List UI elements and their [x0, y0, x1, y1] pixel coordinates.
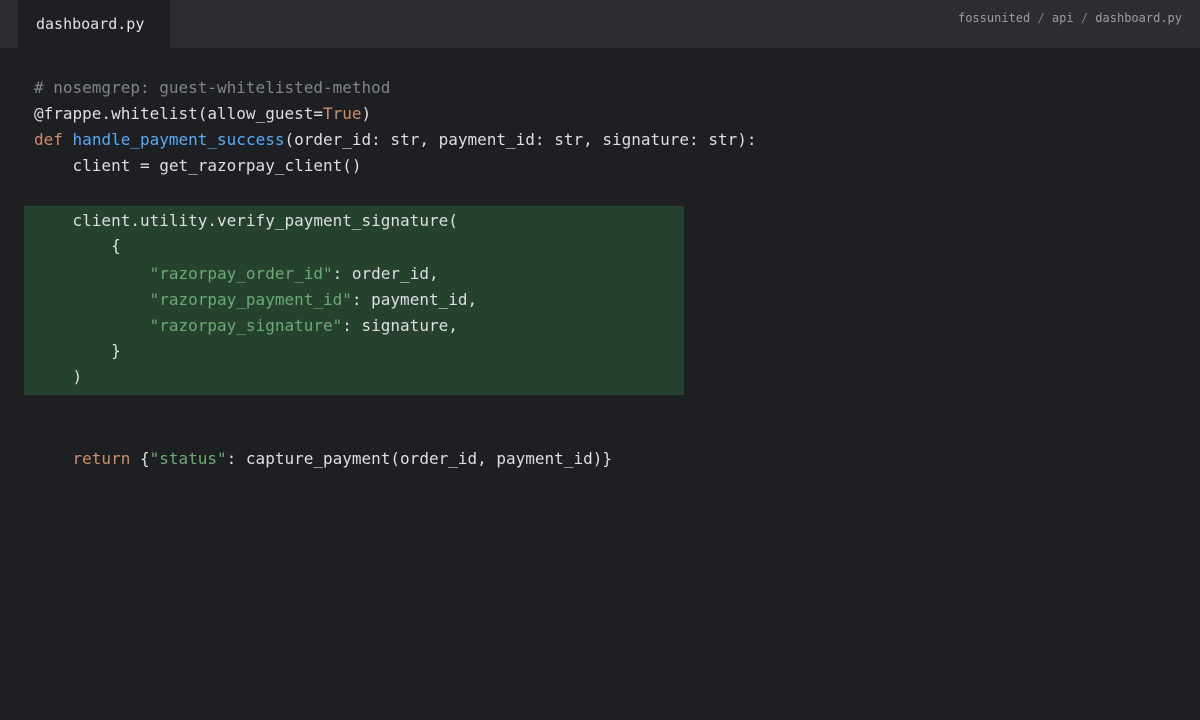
- code-viewer-window: dashboard.py fossunited / api / dashboar…: [0, 0, 1200, 720]
- decorator-value: True: [322, 104, 362, 123]
- tab-dashboard-py[interactable]: dashboard.py: [18, 0, 170, 48]
- entry-key: "razorpay_signature": [149, 316, 343, 335]
- entry-indent: [34, 264, 150, 283]
- close-paren: ): [34, 367, 83, 386]
- entry-value: : order_id,: [332, 264, 439, 283]
- return-rest: : capture_payment(order_id, payment_id)}: [226, 449, 612, 468]
- close-brace: }: [34, 341, 121, 360]
- code-line-verify-call: client.utility.verify_payment_signature(: [34, 209, 458, 233]
- code-line-def: def handle_payment_success(order_id: str…: [34, 128, 756, 152]
- return-keyword: return: [72, 449, 131, 468]
- comment-text: # nosemgrep: guest-whitelisted-method: [34, 78, 391, 97]
- tab-bar: dashboard.py fossunited / api / dashboar…: [0, 0, 1200, 48]
- verify-call: client.utility.verify_payment_signature(: [34, 211, 458, 230]
- code-line-decorator: @frappe.whitelist(allow_guest=True): [34, 102, 371, 126]
- return-open: {: [130, 449, 150, 468]
- code-line-client: client = get_razorpay_client(): [34, 154, 362, 178]
- code-line-close-brace: }: [34, 339, 121, 363]
- code-line-comment: # nosemgrep: guest-whitelisted-method: [34, 76, 390, 100]
- code-line-return: return {"status": capture_payment(order_…: [34, 447, 612, 471]
- code-line-order-id: "razorpay_order_id": order_id,: [34, 262, 439, 286]
- return-indent: [34, 449, 73, 468]
- return-key: "status": [149, 449, 227, 468]
- code-line-open-brace: {: [34, 234, 121, 258]
- function-name: handle_payment_success: [72, 130, 285, 149]
- breadcrumb-separator: /: [1073, 11, 1096, 25]
- entry-indent: [34, 290, 150, 309]
- code-editor[interactable]: # nosemgrep: guest-whitelisted-method @f…: [0, 48, 1200, 720]
- def-keyword: def: [34, 130, 63, 149]
- code-line-payment-id: "razorpay_payment_id": payment_id,: [34, 288, 478, 312]
- function-params: (order_id: str, payment_id: str, signatu…: [284, 130, 757, 149]
- tab-label: dashboard.py: [36, 15, 145, 33]
- breadcrumb-item-file[interactable]: dashboard.py: [1095, 11, 1182, 25]
- breadcrumb-item-api[interactable]: api: [1052, 11, 1074, 25]
- entry-key: "razorpay_order_id": [149, 264, 333, 283]
- entry-key: "razorpay_payment_id": [149, 290, 352, 309]
- decorator-suffix: ): [361, 104, 372, 123]
- entry-indent: [34, 316, 150, 335]
- breadcrumb-item-fossunited[interactable]: fossunited: [958, 11, 1030, 25]
- breadcrumb-separator: /: [1030, 11, 1052, 25]
- decorator-prefix: @frappe.whitelist(allow_guest=: [34, 104, 323, 123]
- client-assignment: client = get_razorpay_client(): [34, 156, 362, 175]
- code-line-close-paren: ): [34, 365, 83, 389]
- entry-value: : signature,: [342, 316, 458, 335]
- code-line-signature: "razorpay_signature": signature,: [34, 314, 458, 338]
- breadcrumb: fossunited / api / dashboard.py: [958, 11, 1182, 25]
- entry-value: : payment_id,: [351, 290, 478, 309]
- open-brace: {: [34, 236, 121, 255]
